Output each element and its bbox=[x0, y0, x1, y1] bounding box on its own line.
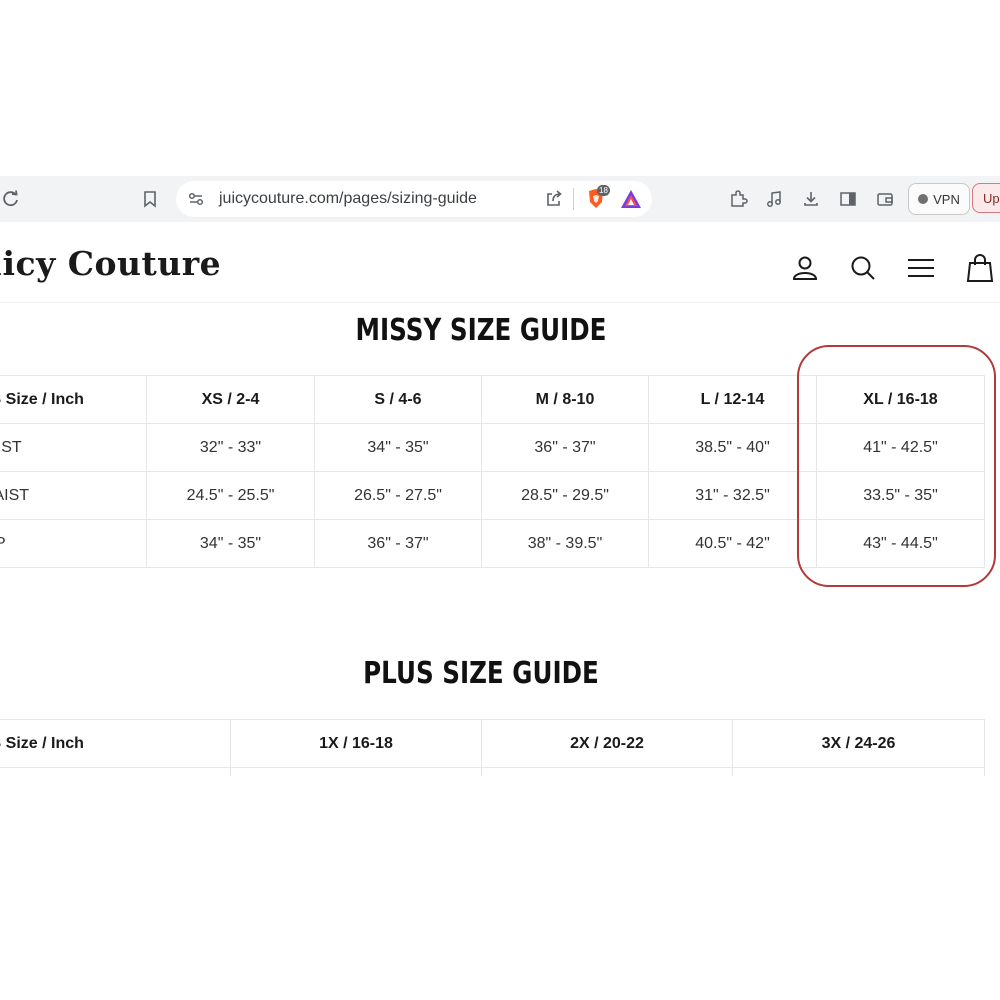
table-cell: 40.5" - 42" bbox=[648, 519, 817, 568]
brave-shields-icon[interactable]: 18 bbox=[584, 185, 610, 216]
extensions-icon[interactable] bbox=[723, 184, 753, 214]
column-header: US Size / Inch bbox=[0, 375, 147, 424]
download-icon[interactable] bbox=[796, 184, 826, 214]
column-header: L / 12-14 bbox=[648, 375, 817, 424]
search-icon[interactable] bbox=[845, 250, 881, 286]
table-cell: 32" - 33" bbox=[146, 423, 315, 472]
table-cell: 36" - 37" bbox=[314, 519, 482, 568]
share-icon[interactable] bbox=[544, 189, 564, 214]
vpn-status-icon bbox=[918, 194, 929, 204]
divider bbox=[573, 188, 574, 210]
header-divider bbox=[0, 302, 1000, 303]
brave-rewards-icon[interactable] bbox=[620, 189, 642, 214]
column-header: M / 8-10 bbox=[481, 375, 649, 424]
site-settings-icon[interactable] bbox=[186, 189, 206, 214]
screenshot-crop-edge bbox=[0, 776, 1000, 1000]
row-label: BUST bbox=[0, 423, 147, 472]
reload-icon[interactable] bbox=[0, 184, 26, 214]
column-header: XS / 2-4 bbox=[146, 375, 315, 424]
update-button[interactable]: Up bbox=[972, 183, 1000, 213]
table-cell: 31" - 32.5" bbox=[648, 471, 817, 520]
vpn-label: VPN bbox=[933, 191, 960, 207]
table-cell: 34" - 35" bbox=[314, 423, 482, 472]
missy-guide-title: MISSY SIZE GUIDE bbox=[355, 313, 607, 348]
column-header: 3X / 24-26 bbox=[732, 719, 985, 768]
sidebar-icon[interactable] bbox=[833, 184, 863, 214]
update-label: Up bbox=[983, 191, 1000, 206]
column-header: US Size / Inch bbox=[0, 719, 231, 768]
site-logo[interactable]: uicy Couture bbox=[0, 244, 221, 283]
menu-icon[interactable] bbox=[903, 250, 939, 286]
column-header: 2X / 20-22 bbox=[481, 719, 733, 768]
table-cell: 36" - 37" bbox=[481, 423, 649, 472]
shields-badge: 18 bbox=[597, 185, 610, 196]
music-note-icon[interactable] bbox=[759, 184, 789, 214]
table-cell: 28.5" - 29.5" bbox=[481, 471, 649, 520]
table-cell: 26.5" - 27.5" bbox=[314, 471, 482, 520]
table-cell: 34" - 35" bbox=[146, 519, 315, 568]
xl-column-highlight bbox=[797, 345, 996, 587]
plus-guide-title: PLUS SIZE GUIDE bbox=[363, 656, 599, 691]
browser-toolbar: juicycouture.com/pages/sizing-guide 18 V… bbox=[0, 176, 1000, 222]
column-header: S / 4-6 bbox=[314, 375, 482, 424]
row-label: WAIST bbox=[0, 471, 147, 520]
address-bar[interactable]: juicycouture.com/pages/sizing-guide 18 bbox=[176, 181, 652, 217]
table-header-row: US Size / Inch 1X / 16-18 2X / 20-22 3X … bbox=[0, 719, 985, 768]
table-cell: 38.5" - 40" bbox=[648, 423, 817, 472]
cart-icon[interactable] bbox=[962, 250, 998, 286]
url-text[interactable]: juicycouture.com/pages/sizing-guide bbox=[219, 190, 477, 208]
vpn-button[interactable]: VPN bbox=[908, 183, 970, 215]
table-cell: 24.5" - 25.5" bbox=[146, 471, 315, 520]
column-header: 1X / 16-18 bbox=[230, 719, 482, 768]
account-icon[interactable] bbox=[787, 250, 823, 286]
row-label: HIP bbox=[0, 519, 147, 568]
table-cell: 38" - 39.5" bbox=[481, 519, 649, 568]
wallet-icon[interactable] bbox=[870, 184, 900, 214]
bookmark-icon[interactable] bbox=[135, 184, 165, 214]
